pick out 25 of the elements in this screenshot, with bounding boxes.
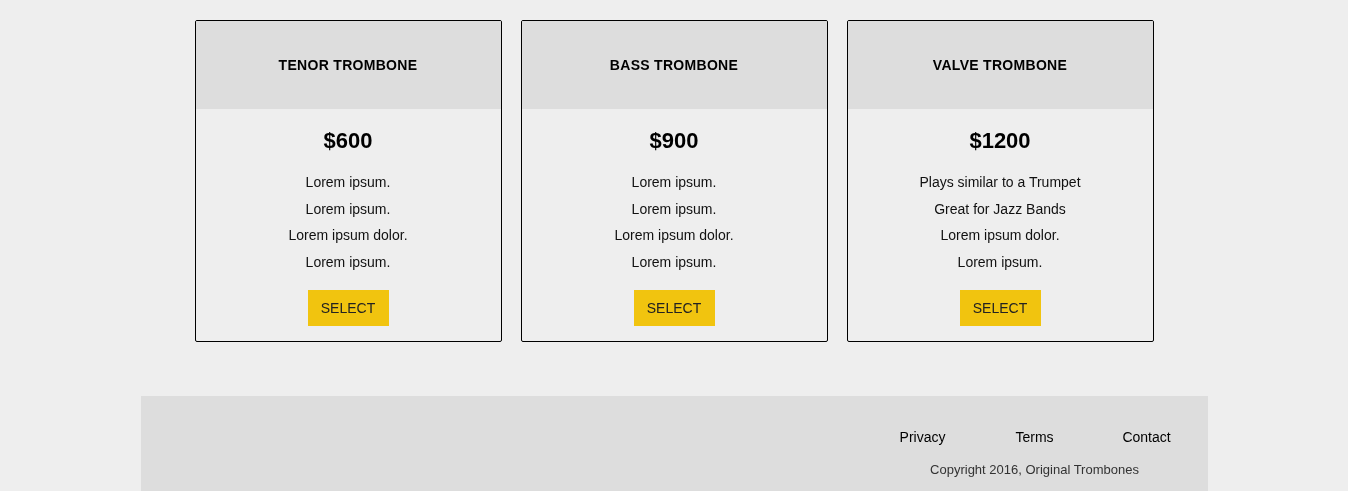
feature-text: Great for Jazz Bands (934, 199, 1066, 219)
feature-text: Lorem ipsum dolor. (940, 226, 1060, 245)
feature-text: Lorem ipsum. (631, 199, 717, 219)
feature-text: Lorem ipsum. (305, 173, 391, 192)
feature-text: Lorem ipsum. (305, 252, 391, 272)
feature-text: Lorem ipsum. (957, 252, 1043, 272)
feature-text: Lorem ipsum. (631, 252, 717, 272)
select-button[interactable]: SELECT (633, 290, 715, 326)
copyright-text: Copyright 2016, Original Trombones (930, 461, 1139, 479)
select-button[interactable]: SELECT (307, 290, 389, 326)
footer-link[interactable]: Privacy (892, 427, 953, 448)
feature-text: Lorem ipsum dolor. (288, 226, 408, 245)
plan-title: BASS TROMBONE (609, 55, 739, 75)
plan-title: TENOR TROMBONE (278, 55, 418, 75)
plan-price: $1200 (969, 127, 1031, 155)
footer-link[interactable]: Contact (1116, 427, 1177, 448)
feature-text: Lorem ipsum dolor. (614, 226, 734, 245)
feature-text: Lorem ipsum. (631, 173, 717, 192)
feature-text: Lorem ipsum. (305, 199, 391, 219)
select-button[interactable]: SELECT (959, 290, 1041, 326)
plan-price: $900 (649, 127, 699, 155)
feature-text: Plays similar to a Trumpet (919, 173, 1081, 192)
plan-title: VALVE TROMBONE (932, 55, 1068, 75)
footer-link[interactable]: Terms (1004, 427, 1065, 448)
plan-price: $600 (323, 127, 373, 155)
